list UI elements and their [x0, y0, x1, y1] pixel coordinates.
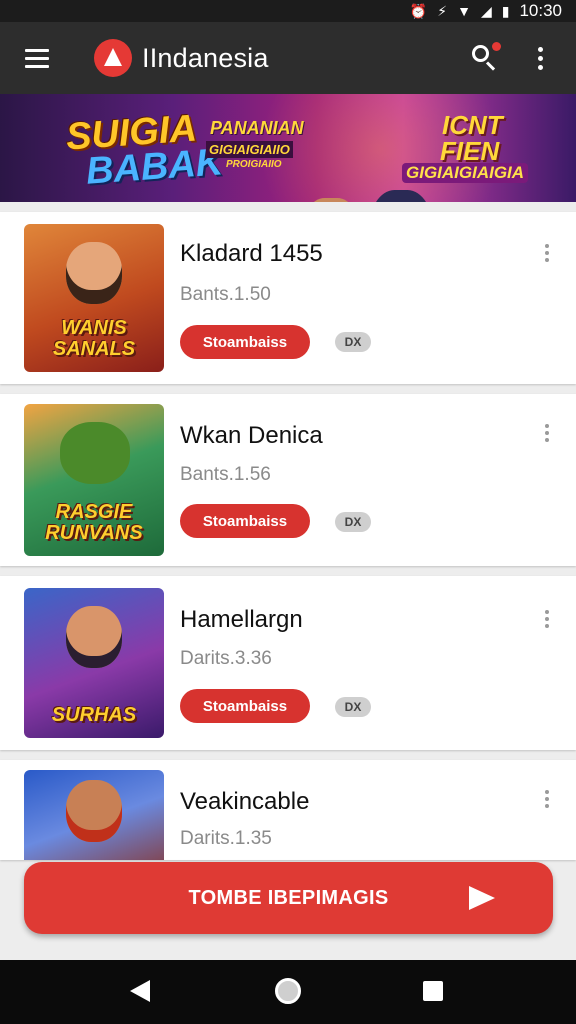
banner-subtitle: PANANIAN	[210, 118, 304, 138]
thumbnail-art-title: WANIS SANALS	[52, 317, 136, 360]
wifi-icon: ▼	[457, 3, 471, 19]
more-options-button[interactable]	[528, 42, 552, 74]
game-action-button[interactable]: Stoambaiss	[180, 325, 310, 359]
banner-character-left	[300, 198, 362, 202]
primary-cta-button[interactable]: TOMBE IBEPIMAGIS	[24, 862, 553, 934]
game-action-button[interactable]: Stoambaiss	[180, 504, 310, 538]
system-nav-bar	[0, 960, 576, 1024]
card-more-button[interactable]	[538, 420, 556, 446]
game-thumbnail	[24, 770, 164, 860]
signal-icon: ◢	[480, 3, 492, 19]
back-icon[interactable]	[130, 980, 150, 1002]
banner-right-badge: GIGIAIGIAIGIA	[402, 163, 529, 183]
game-action-button[interactable]: Stoambaiss	[180, 689, 310, 723]
game-meta: Darits.1.35	[180, 828, 272, 849]
app-title: IIndanesia	[142, 42, 269, 73]
game-tag: DX	[335, 332, 371, 352]
more-vert-icon	[545, 424, 549, 428]
hamburger-icon	[25, 48, 49, 52]
card-more-button[interactable]	[538, 606, 556, 632]
game-card[interactable]: Veakincable Darits.1.35	[0, 760, 576, 860]
home-icon[interactable]	[275, 978, 301, 1004]
more-vert-icon	[545, 790, 549, 794]
more-vert-icon	[545, 610, 549, 614]
vibrate-icon: ⚡	[437, 3, 448, 19]
game-title: Hamellargn	[180, 606, 303, 633]
alarm-icon: ⏰	[409, 3, 428, 19]
cta-label: TOMBE IBEPIMAGIS	[188, 886, 389, 909]
search-button[interactable]	[466, 40, 502, 76]
card-more-button[interactable]	[538, 240, 556, 266]
recents-icon[interactable]	[423, 981, 443, 1001]
more-vert-icon	[537, 46, 543, 52]
more-vert-icon	[545, 244, 549, 248]
app-logo-icon	[94, 39, 132, 77]
game-card[interactable]: RASGIE RUNVANS Wkan Denica Bants.1.56 St…	[0, 394, 576, 566]
card-more-button[interactable]	[538, 786, 556, 812]
game-title: Veakincable	[180, 788, 310, 815]
game-meta: Darits.3.36	[180, 648, 272, 669]
game-title: Wkan Denica	[180, 422, 323, 449]
game-meta: Bants.1.56	[180, 464, 271, 485]
game-card[interactable]: WANIS SANALS Kladard 1455 Bants.1.50 Sto…	[0, 212, 576, 384]
app-bar: IIndanesia	[0, 22, 576, 94]
battery-icon: ▮	[501, 3, 510, 19]
status-bar: ⏰ ⚡ ▼ ◢ ▮ 10:30	[0, 0, 576, 22]
game-thumbnail: WANIS SANALS	[24, 224, 164, 372]
game-meta: Bants.1.50	[180, 284, 271, 305]
search-icon	[472, 45, 489, 62]
notification-dot	[492, 42, 501, 51]
banner-subtitle-3: PROIGIAIIO	[226, 159, 282, 170]
menu-button[interactable]	[0, 22, 74, 94]
game-thumbnail: RASGIE RUNVANS	[24, 404, 164, 556]
clock: 10:30	[519, 1, 562, 20]
game-title: Kladard 1455	[180, 240, 323, 267]
banner-subtitle-2: GIGIAIGIAIIO	[206, 141, 293, 158]
game-thumbnail: SURHAS	[24, 588, 164, 738]
game-tag: DX	[335, 512, 371, 532]
game-tag: DX	[335, 697, 371, 717]
play-arrow-icon	[469, 886, 495, 910]
game-card[interactable]: SURHAS Hamellargn Darits.3.36 Stoambaiss…	[0, 576, 576, 750]
banner-character-right	[368, 190, 434, 202]
thumbnail-art-title: RASGIE RUNVANS	[45, 501, 143, 544]
thumbnail-art-title: SURHAS	[51, 704, 137, 726]
